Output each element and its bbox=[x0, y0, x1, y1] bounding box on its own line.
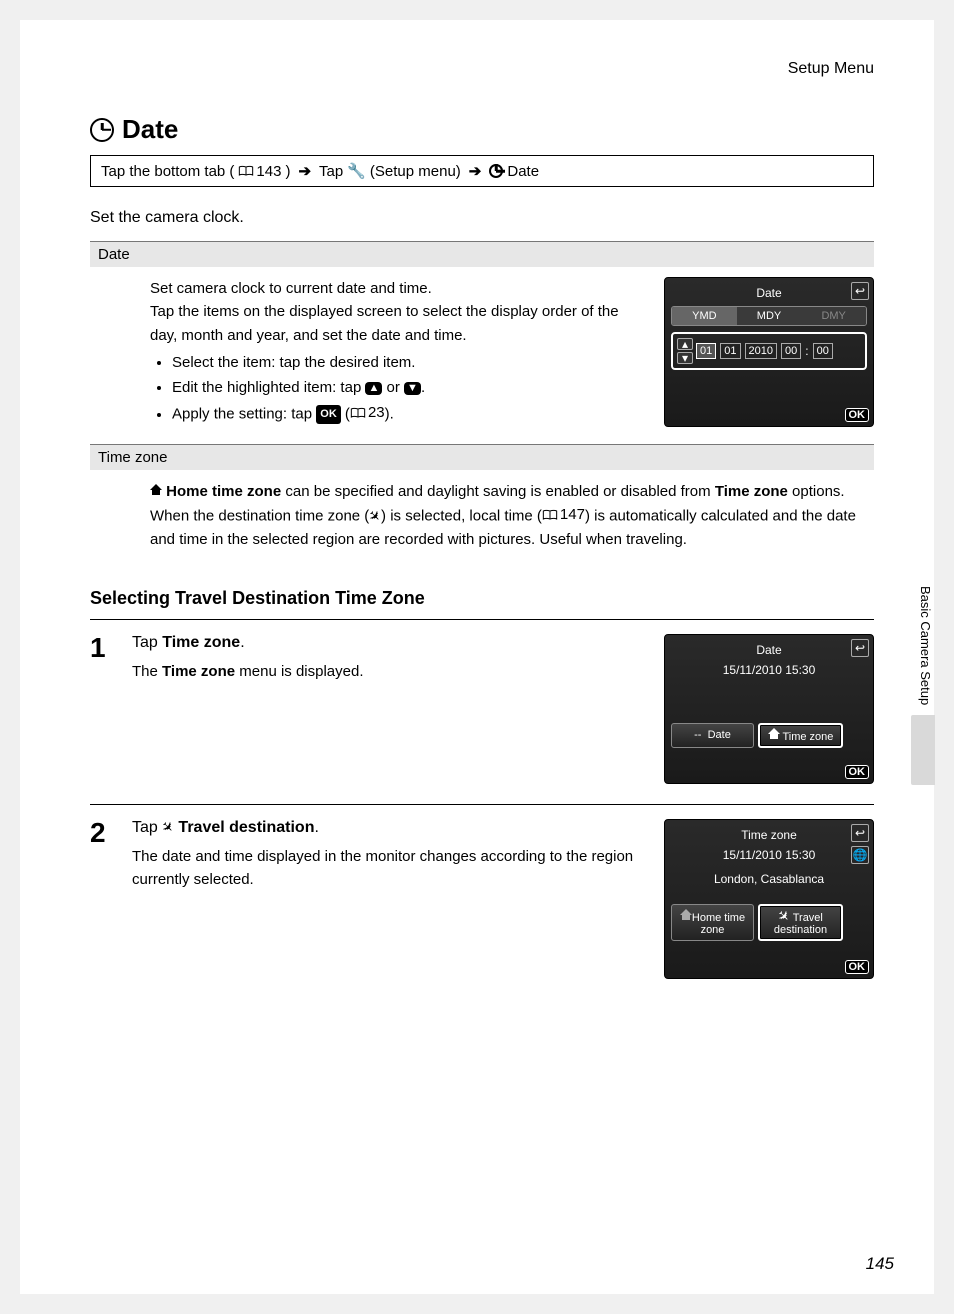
intro-text: Set the camera clock. bbox=[90, 209, 874, 227]
home-icon bbox=[680, 909, 692, 921]
arrow-icon: ➔ bbox=[469, 162, 482, 180]
breadcrumb-text: Tap the bottom tab ( bbox=[101, 163, 234, 180]
timezone-description: Home time zone can be specified and dayl… bbox=[150, 480, 874, 551]
title-text: Date bbox=[122, 114, 178, 145]
lcd-screen-date: Date ↩ YMD MDY DMY ▴ ▾ 01 01 2010 00 : 0… bbox=[664, 277, 874, 427]
subhead-date: Date bbox=[90, 241, 874, 267]
month-field[interactable]: 01 bbox=[720, 343, 740, 359]
plane-icon: ✈ bbox=[775, 906, 793, 924]
minute-field[interactable]: 00 bbox=[813, 343, 833, 359]
arrow-icon: ➔ bbox=[298, 162, 311, 180]
header-section: Setup Menu bbox=[90, 60, 874, 78]
tab-ymd[interactable]: YMD bbox=[672, 307, 737, 325]
down-button[interactable]: ▾ bbox=[677, 352, 693, 364]
bullet: Select the item: tap the desired item. bbox=[172, 351, 644, 374]
ok-icon: OK bbox=[316, 405, 341, 424]
step-1: 1 Tap Time zone. The Time zone menu is d… bbox=[90, 619, 874, 804]
selecting-heading: Selecting Travel Destination Time Zone bbox=[90, 588, 874, 609]
step-title: Tap Time zone. bbox=[132, 634, 648, 652]
clock-icon bbox=[489, 164, 503, 178]
home-timezone-button[interactable]: Home time zone bbox=[671, 904, 754, 941]
ok-button[interactable]: OK bbox=[845, 960, 870, 974]
book-ref: 143 bbox=[238, 163, 281, 180]
hour-field[interactable]: 00 bbox=[781, 343, 801, 359]
side-tab-thumb bbox=[911, 715, 935, 785]
clock-icon bbox=[90, 118, 114, 142]
step-number: 2 bbox=[90, 819, 116, 847]
step-2: 2 Tap ✈ Travel destination. The date and… bbox=[90, 804, 874, 999]
ok-button[interactable]: OK bbox=[845, 408, 870, 422]
wrench-icon: 🔧 bbox=[347, 162, 366, 180]
datetime-text: 15/11/2010 15:30 bbox=[671, 663, 867, 677]
book-ref: 23 bbox=[350, 401, 385, 424]
screen-title: Date bbox=[756, 643, 781, 657]
bullet: Edit the highlighted item: tap ▲ or ▼. bbox=[172, 376, 644, 399]
step-title: Tap ✈ Travel destination. bbox=[132, 819, 648, 837]
date-button[interactable]: -- Date bbox=[671, 723, 754, 748]
lcd-screen-step1: Date ↩ 15/11/2010 15:30 -- Date Time zon… bbox=[664, 634, 874, 784]
back-icon[interactable]: ↩ bbox=[851, 282, 869, 300]
page-title: Date bbox=[90, 114, 874, 145]
travel-destination-button[interactable]: ✈ Travel destination bbox=[758, 904, 843, 941]
screen-title: Time zone bbox=[741, 828, 797, 842]
date-editor: ▴ ▾ 01 01 2010 00 : 00 bbox=[671, 332, 867, 370]
tab-dmy[interactable]: DMY bbox=[801, 307, 866, 325]
up-arrow-icon: ▲ bbox=[365, 382, 382, 395]
step-desc: The Time zone menu is displayed. bbox=[132, 660, 648, 683]
year-field[interactable]: 2010 bbox=[745, 343, 777, 359]
format-tabs[interactable]: YMD MDY DMY bbox=[671, 306, 867, 326]
side-tab: Basic Camera Setup bbox=[911, 580, 935, 860]
step-number: 1 bbox=[90, 634, 116, 662]
up-button[interactable]: ▴ bbox=[677, 338, 693, 350]
home-icon bbox=[150, 484, 162, 496]
home-icon bbox=[768, 728, 780, 740]
timezone-button[interactable]: Time zone bbox=[758, 723, 843, 748]
tab-mdy[interactable]: MDY bbox=[737, 307, 802, 325]
location-text: London, Casablanca bbox=[671, 872, 867, 886]
back-icon[interactable]: ↩ bbox=[851, 824, 869, 842]
lcd-screen-step2: Time zone ↩ 🌐 15/11/2010 15:30 London, C… bbox=[664, 819, 874, 979]
step-desc: The date and time displayed in the monit… bbox=[132, 845, 648, 892]
bullet: Apply the setting: tap OK ( 23). bbox=[172, 401, 644, 426]
day-field[interactable]: 01 bbox=[696, 343, 716, 359]
back-icon[interactable]: ↩ bbox=[851, 639, 869, 657]
globe-icon[interactable]: 🌐 bbox=[851, 846, 869, 864]
subhead-timezone: Time zone bbox=[90, 444, 874, 470]
down-arrow-icon: ▼ bbox=[404, 382, 421, 395]
book-icon bbox=[238, 165, 254, 177]
page: Setup Menu Date Tap the bottom tab ( 143… bbox=[20, 20, 934, 1294]
book-ref: 147 bbox=[542, 503, 585, 526]
date-description: Set camera clock to current date and tim… bbox=[150, 277, 644, 428]
datetime-text: 15/11/2010 15:30 bbox=[671, 848, 867, 862]
breadcrumb: Tap the bottom tab ( 143 ) ➔ Tap 🔧 (Setu… bbox=[90, 155, 874, 187]
ok-button[interactable]: OK bbox=[845, 765, 870, 779]
side-tab-label: Basic Camera Setup bbox=[911, 580, 935, 715]
screen-title: Date bbox=[756, 286, 781, 300]
page-number: 145 bbox=[866, 1254, 894, 1274]
